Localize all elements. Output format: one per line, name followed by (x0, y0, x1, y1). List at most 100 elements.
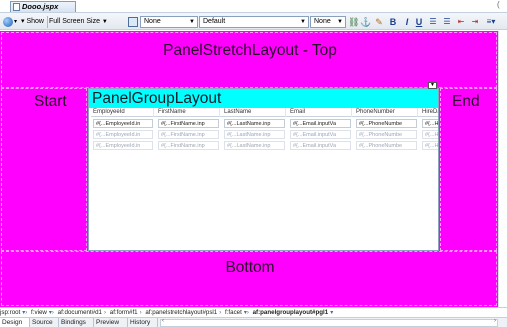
style-class-value: None (144, 18, 161, 25)
screen-size-label: Full Screen Size (49, 18, 100, 25)
editor-view-tabs: Design Source Bindings Preview History ‹… (0, 317, 507, 327)
chevron-down-icon[interactable]: ▾ (14, 17, 17, 29)
tab-bindings[interactable]: Bindings (59, 318, 94, 327)
pen-icon[interactable]: ✎ (374, 16, 384, 28)
phone-number-input[interactable]: #{...PhoneNumbe (356, 130, 417, 139)
tab-design[interactable]: Design (0, 318, 30, 327)
stretch-top-facet[interactable]: PanelStretchLayout - Top (1, 32, 497, 88)
stretch-bottom-facet[interactable]: Bottom (1, 251, 497, 306)
first-name-input[interactable]: #{...FirstName.inp (158, 119, 219, 128)
tab-preview[interactable]: Preview (94, 318, 128, 327)
screen-size-dropdown[interactable]: Full Screen Size ▼ (49, 16, 108, 28)
breadcrumb-item[interactable]: jsp:root (0, 308, 20, 317)
chevron-right-icon[interactable]: ▾› (49, 309, 54, 317)
employee-id-input[interactable]: #{...EmployeeId.in (93, 141, 153, 150)
file-tab[interactable]: Dooo.jspx (10, 1, 76, 12)
last-name-input[interactable]: #{...LastName.inp (224, 119, 285, 128)
anchor-icon[interactable]: ⚓ (360, 16, 371, 28)
file-tab-label: Dooo.jspx (22, 2, 59, 11)
first-name-input[interactable]: #{...FirstName.inp (158, 141, 219, 150)
align-menu-icon[interactable]: ≡▾ (484, 16, 498, 28)
chevron-down-icon: ▼ (101, 19, 108, 25)
email-input[interactable]: #{...Email.inputVa (290, 141, 351, 150)
phone-number-input[interactable]: #{...PhoneNumbe (356, 141, 417, 150)
panel-group-layout-label: PanelGroupLayout (92, 90, 222, 107)
bottom-facet-label: Bottom (225, 259, 275, 276)
font-family-select[interactable]: Default ▼ (199, 16, 309, 28)
panel-group-layout-header: PanelGroupLayout (89, 89, 438, 108)
end-facet-label: End (452, 93, 480, 110)
chevron-right-icon[interactable]: › (219, 309, 221, 317)
underline-icon[interactable]: U (414, 16, 424, 28)
table-header: EmployeeId FirstName LastName Email Phon… (91, 108, 438, 117)
vertical-scrollbar[interactable] (498, 31, 507, 307)
bold-icon[interactable]: B (388, 16, 398, 28)
globe-icon[interactable] (3, 17, 13, 27)
breadcrumb-item[interactable]: af:panelstretchlayout#psl1 (145, 308, 217, 317)
scroll-left-icon[interactable]: ‹ (162, 318, 164, 324)
breadcrumb-item[interactable]: f:view (31, 308, 47, 317)
phone-number-input[interactable]: #{...PhoneNumbe (356, 119, 417, 128)
breadcrumb-item-current[interactable]: af:panelgrouplayout#pgl1 (253, 308, 329, 317)
panel-group-layout[interactable]: ▼ PanelGroupLayout EmployeeId FirstName … (88, 82, 439, 251)
toolbar-divider (47, 16, 48, 28)
column-header[interactable]: Email (288, 108, 352, 117)
component-breadcrumb: jsp:root ▾› f:view ▾› af:document#d1 › af:f… (0, 307, 507, 317)
breadcrumb-item[interactable]: f:facet (225, 308, 242, 317)
top-facet-label: PanelStretchLayout - Top (163, 42, 337, 59)
outdent-icon[interactable]: ⇤ (456, 16, 466, 28)
chevron-right-icon[interactable]: › (140, 309, 142, 317)
image-icon[interactable] (128, 17, 138, 27)
italic-icon[interactable]: I (402, 16, 412, 28)
tab-source[interactable]: Source (30, 318, 59, 327)
style-class-select[interactable]: None ▼ (140, 16, 198, 28)
jspx-file-icon (13, 3, 20, 11)
table-row: #{...EmployeeId.in #{...FirstName.inp #{… (91, 118, 438, 129)
chevron-right-icon[interactable]: ▾› (244, 309, 249, 317)
horizontal-scrollbar[interactable]: ‹ › (160, 318, 498, 327)
ordered-list-icon[interactable]: ☰ (428, 16, 438, 28)
scroll-right-icon[interactable]: › (494, 318, 496, 324)
column-header[interactable]: LastName (222, 108, 286, 117)
table-row: #{...EmployeeId.in #{...FirstName.inp #{… (91, 129, 438, 140)
chevron-right-icon[interactable]: › (104, 309, 106, 317)
hire-date-input[interactable]: #{...H (422, 141, 438, 150)
tab-history[interactable]: History (128, 318, 158, 327)
chevron-down-icon[interactable]: ▾ (330, 309, 333, 317)
tab-list-icon[interactable]: ( (497, 0, 505, 12)
email-input[interactable]: #{...Email.inputVa (290, 119, 351, 128)
font-size-select[interactable]: None ▼ (310, 16, 346, 28)
hire-date-input[interactable]: #{...H (422, 130, 438, 139)
stretch-end-facet[interactable]: End (440, 88, 497, 251)
start-facet-label: Start (34, 93, 67, 110)
column-header[interactable]: PhoneNumber (354, 108, 418, 117)
chevron-down-icon: ▼ (300, 19, 306, 25)
employee-id-input[interactable]: #{...EmployeeId.in (93, 119, 153, 128)
font-family-value: Default (203, 18, 226, 25)
insert-link-icon[interactable]: ⛓ (348, 16, 359, 28)
stretch-start-facet[interactable]: Start (1, 88, 87, 251)
employees-table[interactable]: EmployeeId FirstName LastName Email Phon… (91, 108, 438, 150)
column-header[interactable]: HireDa (420, 108, 438, 117)
editor-toolbar: ▾ ▾ Show Full Screen Size ▼ None ▼ Defaul… (0, 12, 507, 30)
column-header[interactable]: EmployeeId (91, 108, 154, 117)
email-input[interactable]: #{...Email.inputVa (290, 130, 351, 139)
last-name-input[interactable]: #{...LastName.inp (224, 141, 285, 150)
indent-icon[interactable]: ⇥ (470, 16, 480, 28)
editor-tab-bar: Dooo.jspx ( (0, 0, 507, 12)
chevron-down-icon: ▼ (337, 19, 343, 25)
first-name-input[interactable]: #{...FirstName.inp (158, 130, 219, 139)
column-header[interactable]: FirstName (156, 108, 220, 117)
last-name-input[interactable]: #{...LastName.inp (224, 130, 285, 139)
chevron-down-icon[interactable]: ▼ (428, 82, 437, 89)
show-menu-button[interactable]: ▾ Show (21, 16, 44, 28)
font-size-value: None (314, 18, 331, 25)
breadcrumb-item[interactable]: af:document#d1 (58, 308, 102, 317)
chevron-right-icon[interactable]: ▾› (22, 309, 27, 317)
unordered-list-icon[interactable]: ☰ (442, 16, 452, 28)
breadcrumb-item[interactable]: af:form#f1 (110, 308, 138, 317)
employee-id-input[interactable]: #{...EmployeeId.in (93, 130, 153, 139)
design-canvas[interactable]: PanelStretchLayout - Top Start ▼ PanelGr… (0, 31, 498, 307)
show-label: Show (26, 18, 44, 25)
hire-date-input[interactable]: #{...H (422, 119, 438, 128)
